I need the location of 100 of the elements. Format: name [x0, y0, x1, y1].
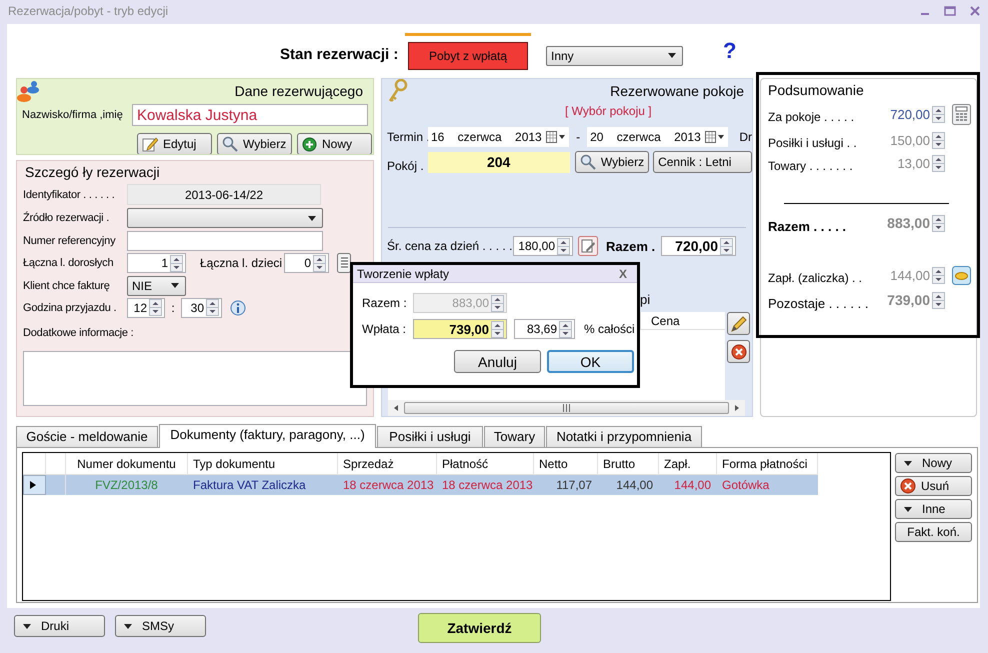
plus-icon: [302, 136, 317, 152]
date-field[interactable]: 16 czerwca 2013: [428, 127, 570, 147]
room-pick-link[interactable]: [ Wybór pokoju ]: [565, 104, 652, 118]
spin-buttons[interactable]: [313, 254, 326, 272]
dropdown-button[interactable]: SMSy: [115, 615, 206, 637]
calendar-icon[interactable]: [546, 131, 566, 143]
dropdown-button[interactable]: Nowy: [895, 453, 972, 473]
field-label: Łączna l. dorosłych: [23, 257, 114, 269]
grip-icon: [562, 404, 571, 412]
summary-label: Zapł. (zaliczka) . .: [768, 271, 864, 285]
spin-buttons[interactable]: [170, 254, 183, 272]
scroll-thumb[interactable]: [404, 402, 729, 414]
column-header: Forma płatności: [717, 453, 818, 474]
spin-buttons[interactable]: [206, 299, 219, 316]
spin-buttons[interactable]: [720, 238, 733, 254]
customer-button[interactable]: Nowy: [297, 133, 372, 154]
dialog-title: Tworzenie wpłaty: [357, 266, 450, 280]
info-icon[interactable]: [230, 300, 246, 316]
edit-icon: [142, 136, 158, 152]
spin-buttons[interactable]: [559, 320, 572, 338]
field-label: Identyfikator . . . . . .: [23, 188, 116, 200]
spin-buttons[interactable]: [932, 106, 945, 122]
maximize-icon[interactable]: [944, 6, 956, 16]
source-dropdown[interactable]: [127, 208, 323, 228]
close-icon[interactable]: [970, 6, 980, 16]
number-field[interactable]: 0: [284, 253, 329, 273]
invoice-dropdown[interactable]: NIE: [127, 276, 186, 296]
number-field[interactable]: 30: [181, 298, 222, 318]
dialog-button[interactable]: OK: [547, 350, 634, 373]
caret-icon: [668, 53, 676, 58]
number-field[interactable]: 12: [127, 298, 165, 318]
edit-icon[interactable]: [578, 236, 598, 256]
number-field[interactable]: 180,00: [513, 236, 573, 256]
number-field[interactable]: 739,00: [413, 319, 507, 339]
column-header: Brutto: [598, 453, 659, 474]
pricelist-button[interactable]: Cennik : Letni: [653, 151, 752, 173]
field-label: Dodatkowe informacje :: [23, 327, 135, 339]
action-button[interactable]: Zatwierdź: [418, 613, 541, 643]
customer-button[interactable]: Edytuj: [137, 133, 212, 154]
close-button[interactable]: X: [618, 266, 627, 280]
time-separator: :: [170, 300, 176, 314]
summary-label: Towary . . . . . . .: [768, 159, 854, 173]
dialog-button[interactable]: Anuluj: [454, 350, 541, 373]
dropdown-button[interactable]: Druki: [14, 615, 105, 637]
tab[interactable]: Dokumenty (faktury, paragony, ...): [159, 424, 376, 448]
table-cell-text: 18 czerwca 2013: [342, 477, 435, 494]
table-cell-text: Faktura VAT Zaliczka: [192, 477, 307, 494]
field-label: Pokój .: [387, 159, 425, 173]
date-field[interactable]: 20 czerwca 2013: [587, 127, 728, 147]
room-field[interactable]: 204: [428, 152, 570, 172]
field-label: Klient chce fakturę: [23, 280, 111, 292]
people-icon: [17, 80, 41, 102]
tab[interactable]: Goście - meldowanie: [16, 426, 158, 447]
scroll-left-icon[interactable]: [392, 404, 400, 412]
wallet-icon[interactable]: [952, 266, 971, 284]
column-header: Typ dokumentu: [188, 453, 338, 474]
spin-buttons[interactable]: [491, 320, 504, 338]
reference-field[interactable]: [127, 231, 323, 251]
field-label: Śr. cena za dzień . . . . .: [387, 239, 513, 253]
spin-buttons[interactable]: [149, 299, 162, 316]
action-button[interactable]: Usuń: [895, 476, 972, 496]
field-label: Łączna l. dzieci: [200, 256, 284, 270]
status-dropdown[interactable]: Inny: [546, 46, 683, 66]
delete-icon: [900, 478, 916, 494]
status-button[interactable]: Pobyt z wpłatą: [408, 42, 528, 70]
number-field[interactable]: 83,69: [514, 319, 575, 339]
field-label: Godzina przyjazdu .: [23, 302, 118, 314]
field-label: Numer referencyjny: [23, 235, 116, 247]
search-icon: [222, 136, 238, 152]
table-cell-text: 144,00: [673, 477, 712, 494]
table-row[interactable]: FVZ/2013/8 Faktura VAT Zaliczka 18 czerwca 2013 18 czerwca 2013 117,07 144,00 144,00 Gotówka: [23, 475, 818, 495]
edit-button[interactable]: [727, 312, 750, 335]
field-label: Wpłata :: [362, 322, 408, 336]
delete-button[interactable]: [727, 340, 750, 363]
field-label: Nazwisko/firma ,imię: [22, 109, 124, 121]
spin-buttons[interactable]: [557, 238, 570, 254]
number-field[interactable]: 720,00: [869, 104, 947, 124]
number-field[interactable]: 720,00: [661, 236, 736, 256]
tab[interactable]: Posiłki i usługi: [377, 426, 483, 447]
scrollbar[interactable]: [388, 400, 745, 416]
number-field[interactable]: 1: [127, 253, 186, 273]
table-cell-text: Gotówka: [721, 477, 770, 494]
notes-field[interactable]: [23, 351, 367, 406]
scroll-right-icon[interactable]: [733, 404, 741, 412]
pick-room-button[interactable]: Wybierz: [574, 151, 650, 173]
list-icon[interactable]: [337, 253, 351, 273]
name-field[interactable]: Kowalska Justyna: [132, 104, 368, 126]
pencil-icon: [730, 314, 748, 332]
customer-button[interactable]: Wybierz: [217, 133, 292, 154]
calculator-icon[interactable]: [952, 104, 971, 124]
caret-icon: [904, 460, 912, 466]
field-label: pi: [640, 292, 650, 306]
tab[interactable]: Towary: [484, 426, 545, 447]
panel-title: Rezerwowane pokoje: [610, 83, 744, 99]
tab[interactable]: Notatki i przypomnienia: [546, 426, 702, 447]
field-label: % całości: [584, 322, 635, 336]
help-button[interactable]: ?: [723, 38, 736, 64]
dropdown-button[interactable]: Inne: [895, 499, 972, 519]
action-button[interactable]: Fakt. koń.: [895, 522, 972, 542]
calendar-icon[interactable]: [705, 131, 726, 143]
